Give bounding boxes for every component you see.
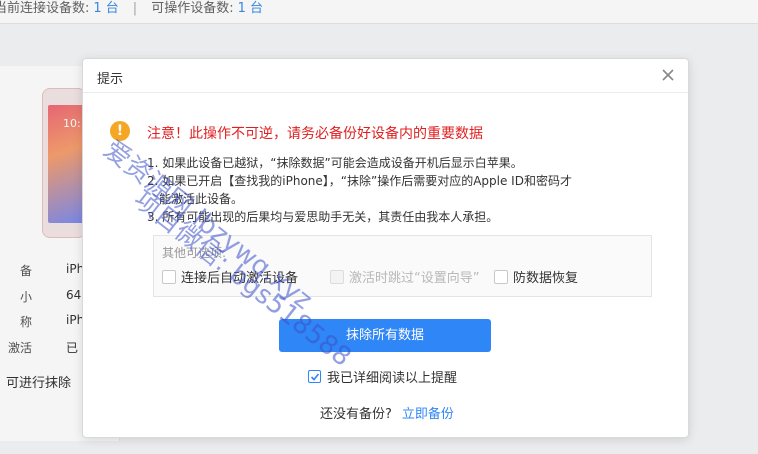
erase-all-button[interactable]: 抹除所有数据: [279, 319, 491, 352]
exclamation-icon: !: [110, 121, 130, 141]
dialog-title: 提示: [97, 72, 124, 87]
option-anti-recovery[interactable]: 防数据恢复: [494, 267, 578, 286]
option-skip-setup[interactable]: 激活时跳过“设置向导”: [330, 267, 479, 286]
notes-list: 1. 如果此设备已越狱，“抹除数据”可能会造成设备开机后显示白苹果。 2. 如果…: [147, 155, 617, 227]
options-title: 其他可选项:: [162, 246, 227, 260]
confirm-label: 我已详细阅读以上提醒: [327, 371, 458, 386]
checkbox-checked[interactable]: [308, 370, 321, 383]
close-icon: [662, 69, 674, 81]
erase-dialog: 提示 ! 注意！此操作不可逆，请务必备份好设备内的重要数据 1. 如果此设备已越…: [82, 58, 689, 438]
backup-prompt: 还没有备份? 立即备份: [320, 403, 454, 422]
checkbox[interactable]: [330, 269, 344, 284]
warning-title: 注意！此操作不可逆，请务必备份好设备内的重要数据: [147, 126, 483, 142]
option-auto-activate[interactable]: 连接后自动激活设备: [162, 267, 298, 286]
note-item: 能激活此设备。: [159, 192, 244, 206]
note-item: 3. 所有可能出现的后果均与爱思助手无关，其责任由我本人承担。: [147, 210, 499, 224]
confirm-read-checkbox[interactable]: 我已详细阅读以上提醒: [308, 367, 457, 386]
note-item: 1. 如果此设备已越狱，“抹除数据”可能会造成设备开机后显示白苹果。: [147, 156, 523, 170]
option-label: 激活时跳过“设置向导”: [349, 271, 480, 286]
backup-now-link[interactable]: 立即备份: [402, 407, 454, 422]
dialog-header: 提示: [83, 59, 688, 93]
option-label: 连接后自动激活设备: [181, 271, 299, 286]
close-button[interactable]: [658, 65, 678, 85]
option-label: 防数据恢复: [513, 271, 579, 286]
checkbox[interactable]: [162, 269, 176, 284]
no-backup-question: 还没有备份?: [320, 407, 392, 422]
checkbox[interactable]: [494, 269, 508, 284]
check-icon: [310, 373, 320, 381]
note-item: 2. 如果已开启【查找我的iPhone】，“抹除”操作后需要对应的Apple I…: [147, 174, 572, 188]
options-panel: 其他可选项: 连接后自动激活设备 激活时跳过“设置向导” 防数据恢复: [153, 235, 652, 297]
